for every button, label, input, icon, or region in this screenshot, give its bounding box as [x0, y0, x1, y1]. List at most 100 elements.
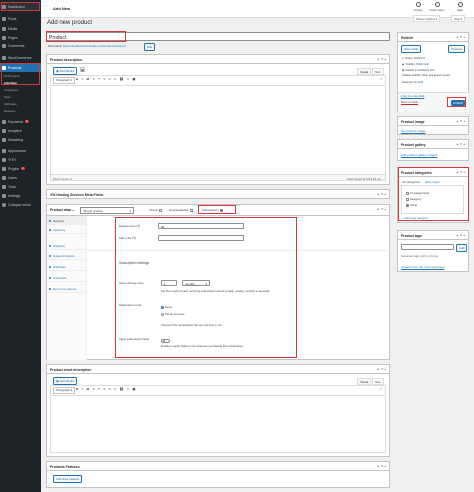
tag-input[interactable]: [401, 244, 454, 250]
category-item[interactable]: Uncategorized: [406, 191, 429, 195]
interval-value-input[interactable]: 1: [161, 280, 177, 286]
product-type-select[interactable]: Simple product ▾: [80, 207, 134, 215]
downloadable-toggle[interactable]: Downloadable:: [169, 208, 194, 212]
downloadable-checkbox[interactable]: [189, 208, 193, 212]
publish-time-edit-link[interactable]: Edit: [430, 69, 435, 72]
short-format-select[interactable]: Paragraph ▾: [53, 387, 76, 394]
save-draft-button[interactable]: Save Draft: [401, 45, 422, 53]
help-top-button[interactable]: Help: [453, 2, 467, 12]
toggle-arrows-icon[interactable]: ▲ ▼ ▴: [377, 57, 386, 61]
activity-button[interactable]: Activity: [411, 2, 425, 12]
toggle-arrows-icon[interactable]: ▲ ▼ ▴: [456, 35, 465, 39]
tab-visual[interactable]: Visual: [357, 68, 371, 75]
category-checkbox[interactable]: [406, 203, 409, 207]
preview-button[interactable]: Preview: [448, 45, 465, 53]
apply-fields-toggle[interactable]: [161, 339, 170, 343]
sidebar-sub-all-products[interactable]: All Products: [0, 72, 41, 79]
description-editor[interactable]: [50, 87, 386, 174]
add-new-category-link[interactable]: + Add new category: [402, 216, 428, 220]
tab-attributes[interactable]: Attributes: [47, 262, 87, 271]
tab-advanced[interactable]: Advanced: [47, 273, 87, 282]
ends-never-radio[interactable]: [161, 305, 164, 309]
virtual-checkbox[interactable]: [159, 208, 163, 212]
sidebar-sub-tags[interactable]: Tags: [0, 93, 41, 100]
finish-setup-button[interactable]: Finish setup: [429, 2, 445, 12]
category-checkbox[interactable]: [406, 191, 409, 195]
short-tab-text[interactable]: Text: [372, 378, 384, 385]
add-gallery-images-link[interactable]: Add product gallery images: [401, 153, 437, 157]
publish-button[interactable]: Publish: [451, 100, 465, 106]
category-item[interactable]: category: [406, 197, 422, 201]
short-description-editor[interactable]: [50, 397, 386, 453]
virtual-toggle[interactable]: Virtual:: [149, 208, 163, 212]
fullscreen-icon[interactable]: ⤢: [380, 77, 382, 81]
ends-set-radio[interactable]: [161, 312, 164, 316]
sidebar-item-media[interactable]: Media: [0, 24, 41, 33]
meta-fields-header[interactable]: VW Hosting Services Meta Fields ▲ ▼ ▴: [47, 190, 389, 199]
sidebar-item-woocommerce[interactable]: WooCommerce: [0, 53, 41, 62]
sidebar-item-settings[interactable]: Settings: [0, 191, 41, 200]
sidebar-item-analytics[interactable]: Analytics: [0, 126, 41, 135]
sidebar-item-payments[interactable]: Payments 1: [0, 117, 41, 126]
subscription-checkbox[interactable]: [220, 208, 224, 212]
sidebar-item-appearance[interactable]: Appearance: [0, 146, 41, 155]
toggle-arrows-icon[interactable]: ▲ ▼ ▴: [377, 464, 386, 468]
catalog-edit-link[interactable]: Edit: [418, 81, 423, 84]
sidebar-collapse[interactable]: Collapse menu: [0, 200, 41, 209]
tab-linked-products[interactable]: Linked Products: [47, 251, 87, 260]
short-formatting-icons[interactable]: B I ≔ ≡ ❝ ≡ ≡ ≡ ⛓ ≡ ▦: [76, 387, 137, 391]
sidebar-item-plugins[interactable]: Plugins 2: [0, 164, 41, 173]
tab-get-more-options[interactable]: Get more options: [47, 284, 87, 293]
toggle-arrows-icon[interactable]: ▲ ▼ ▴: [456, 233, 465, 237]
tab-all-categories[interactable]: All categories: [402, 180, 420, 184]
sidebar-item-users[interactable]: Users: [0, 173, 41, 182]
toggle-arrows-icon[interactable]: ▲ ▼ ▴: [377, 192, 386, 196]
add-tag-button[interactable]: Add: [456, 244, 468, 252]
interval-unit-select[interactable]: months ▾: [182, 280, 210, 286]
sidebar-item-dashboard[interactable]: Dashboard: [0, 2, 41, 11]
toggle-arrows-icon[interactable]: ▲ ▼ ▴: [377, 207, 386, 211]
sidebar-item-comments[interactable]: Comments: [0, 41, 41, 50]
copy-draft-link[interactable]: Copy to a new draft: [401, 95, 424, 98]
sidebar-sub-categories[interactable]: Categories: [0, 86, 41, 93]
add-feature-button[interactable]: Add New Feature: [53, 475, 83, 483]
visibility-edit-link[interactable]: Edit: [424, 63, 429, 66]
sidebar-sub-reviews[interactable]: Reviews: [0, 107, 41, 114]
move-to-trash-link[interactable]: Move to Trash: [401, 101, 418, 104]
toggle-arrows-icon[interactable]: ▲ ▼ ▴: [456, 142, 465, 146]
set-product-image-link[interactable]: Set product image: [401, 129, 425, 133]
sidebar-sub-add-new[interactable]: Add New: [0, 79, 41, 86]
add-media-button[interactable]: ▣ Add Media: [53, 67, 77, 75]
sidebar-sub-attributes[interactable]: Attributes: [0, 100, 41, 107]
tab-inventory[interactable]: Inventory: [47, 225, 87, 234]
short-tab-visual[interactable]: Visual: [357, 378, 371, 385]
category-item[interactable]: Other: [406, 203, 418, 207]
short-fullscreen-icon[interactable]: ⤢: [380, 387, 382, 391]
sale-price-input[interactable]: [158, 235, 244, 241]
category-checkbox[interactable]: [406, 197, 409, 201]
choose-tags-link[interactable]: Choose from the most used tags: [401, 265, 444, 269]
permalink-edit-button[interactable]: Edit: [144, 43, 156, 51]
format-select[interactable]: Paragraph ▾: [53, 77, 76, 84]
sidebar-item-tools[interactable]: Tools: [0, 182, 41, 191]
status-edit-link[interactable]: Edit: [420, 57, 425, 60]
sidebar-item-products[interactable]: Products: [0, 63, 41, 72]
tab-shipping[interactable]: Shipping: [47, 241, 87, 250]
short-add-media-button[interactable]: ▣ Add Media: [53, 377, 77, 385]
toggle-arrows-icon[interactable]: ▲ ▼ ▴: [456, 119, 465, 123]
tab-most-used[interactable]: Most Used: [425, 180, 439, 184]
screen-options-button[interactable]: Screen Options ▾: [413, 15, 441, 23]
toggle-arrows-icon[interactable]: ▲ ▼ ▴: [456, 170, 465, 174]
sidebar-item-yith[interactable]: YITH: [0, 155, 41, 164]
toggle-arrows-icon[interactable]: ▲ ▼ ▴: [377, 367, 386, 371]
permalink-link[interactable]: https://localhost/dev/index.php/product/…: [63, 44, 126, 48]
product-title-input[interactable]: Product: [46, 32, 390, 41]
tab-text[interactable]: Text: [372, 68, 384, 75]
formatting-icons[interactable]: B I ≔ ≡ ❝ ≡ ≡ ≡ ⛓ ≡ ▦: [76, 77, 137, 81]
regular-price-input[interactable]: 60: [158, 223, 244, 229]
help-tab-button[interactable]: Help ▾: [451, 15, 465, 23]
sidebar-item-posts[interactable]: Posts: [0, 14, 41, 23]
ends-set-option[interactable]: Set an end time: [161, 312, 185, 316]
sidebar-item-marketing[interactable]: Marketing: [0, 135, 41, 144]
shortcode-button[interactable]: ▦: [80, 67, 85, 72]
